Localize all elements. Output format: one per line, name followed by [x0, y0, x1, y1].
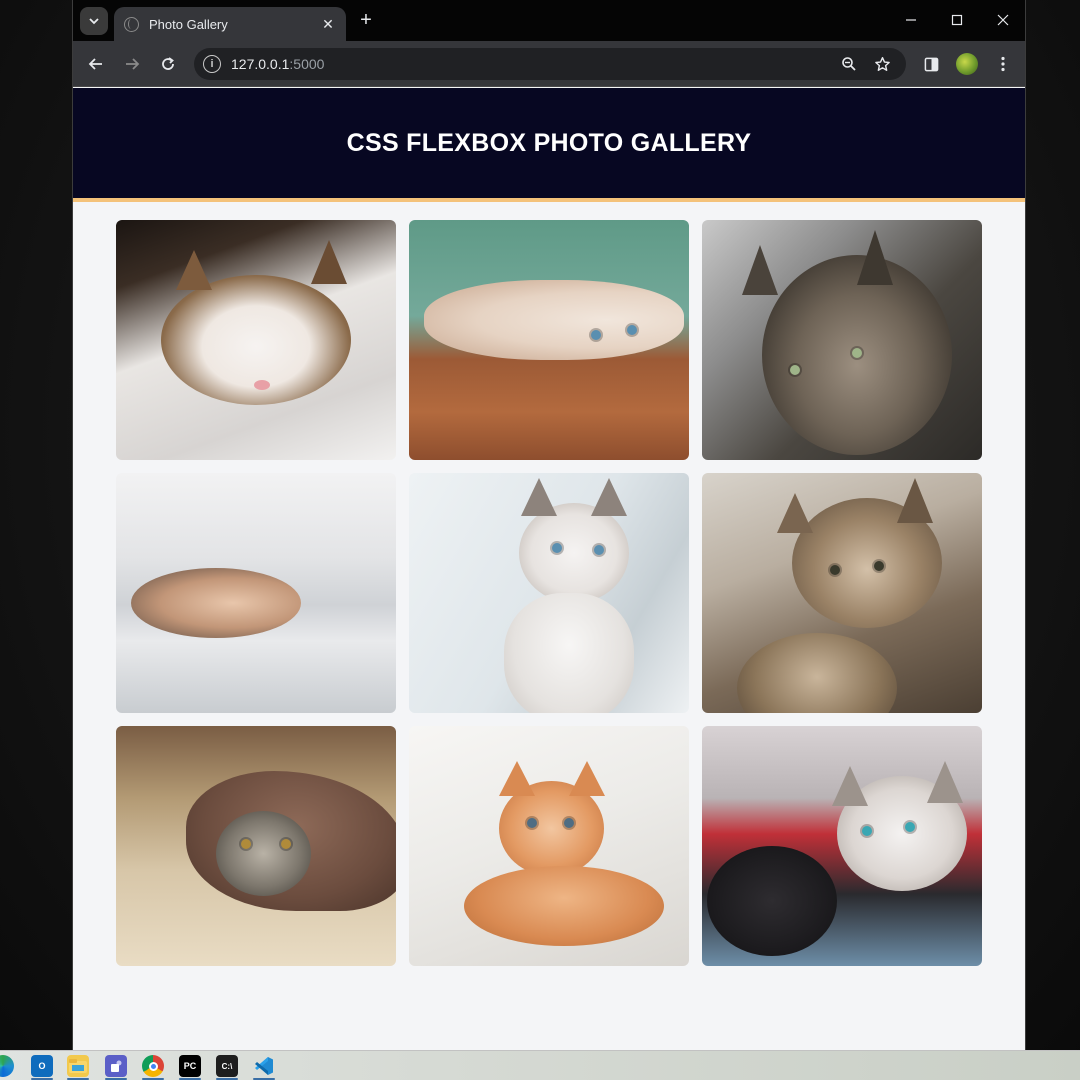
photo-white-and-black-kittens[interactable]	[702, 726, 982, 966]
teams-taskbar-icon[interactable]	[105, 1055, 127, 1077]
globe-icon	[124, 16, 139, 32]
taskbar: O PC C:\	[0, 1050, 1080, 1080]
browser-toolbar: i 127.0.0.1:5000	[73, 41, 1025, 87]
tab-strip: Photo Gallery ✕ +	[73, 0, 1025, 41]
minimize-icon	[906, 19, 916, 21]
back-arrow-icon	[88, 58, 102, 70]
kebab-menu-icon	[1001, 56, 1005, 72]
side-panel-button[interactable]	[920, 53, 942, 75]
url-port: :5000	[289, 56, 325, 72]
back-button[interactable]	[84, 52, 108, 76]
tab-close-button[interactable]: ✕	[320, 16, 336, 33]
url-text: 127.0.0.1:5000	[231, 56, 324, 72]
photo-grey-tabby-cat-portrait[interactable]	[702, 220, 982, 460]
photo-sleeping-tabby-white-cat[interactable]	[116, 220, 396, 460]
forward-button[interactable]	[120, 52, 144, 76]
photo-orange-kitten-lying[interactable]	[409, 726, 689, 966]
new-tab-button[interactable]: +	[355, 10, 377, 32]
tab-search-button[interactable]	[80, 7, 108, 35]
menu-button[interactable]	[992, 53, 1014, 75]
chevron-down-icon	[89, 18, 99, 25]
file-explorer-taskbar-icon[interactable]	[67, 1055, 89, 1077]
page-title: CSS FLEXBOX PHOTO GALLERY	[346, 128, 752, 157]
tab-photo-gallery[interactable]: Photo Gallery ✕	[114, 7, 346, 41]
vscode-taskbar-icon[interactable]	[253, 1055, 275, 1077]
side-panel-icon	[924, 57, 938, 71]
reload-button[interactable]	[156, 52, 180, 76]
terminal-taskbar-icon[interactable]: C:\	[216, 1055, 238, 1077]
minimize-button[interactable]	[899, 9, 923, 31]
maximize-icon	[951, 14, 963, 26]
photo-kitten-under-white-blanket[interactable]	[116, 473, 396, 713]
forward-arrow-icon	[126, 58, 140, 70]
pycharm-taskbar-icon[interactable]: PC	[179, 1055, 201, 1077]
zoom-out-icon[interactable]	[839, 54, 859, 74]
photo-gallery	[116, 220, 983, 966]
photo-kitten-lying-on-wood-floor[interactable]	[409, 220, 689, 460]
photo-tabby-cat-under-rug[interactable]	[116, 726, 396, 966]
site-info-icon[interactable]: i	[203, 55, 221, 73]
close-window-button[interactable]	[991, 9, 1015, 31]
page-header: CSS FLEXBOX PHOTO GALLERY	[73, 88, 1025, 202]
close-icon	[997, 14, 1009, 26]
address-bar[interactable]: i 127.0.0.1:5000	[194, 48, 906, 80]
tab-title: Photo Gallery	[149, 16, 228, 32]
outlook-taskbar-icon[interactable]: O	[31, 1055, 53, 1077]
profile-avatar-icon[interactable]	[956, 53, 978, 75]
maximize-button[interactable]	[945, 9, 969, 31]
photo-two-tabby-kittens[interactable]	[702, 473, 982, 713]
reload-icon	[162, 57, 174, 70]
chrome-taskbar-icon[interactable]	[142, 1055, 164, 1077]
star-icon[interactable]	[872, 54, 892, 74]
edge-taskbar-icon[interactable]	[0, 1055, 14, 1077]
photo-white-siamese-kitten[interactable]	[409, 473, 689, 713]
browser-window: Photo Gallery ✕ + i 127.0.0.1:5000 CSS F…	[72, 0, 1026, 1050]
url-host: 127.0.0.1	[231, 56, 290, 72]
